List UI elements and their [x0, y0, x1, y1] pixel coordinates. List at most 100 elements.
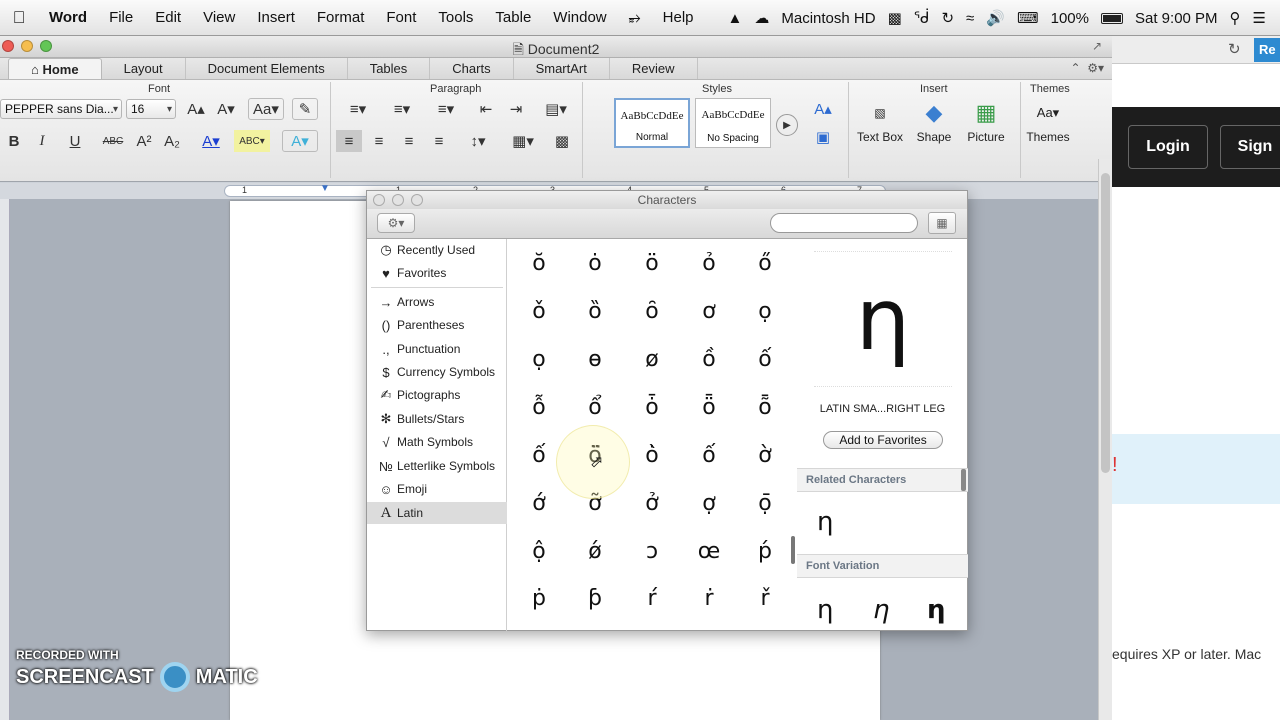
tab-smartart[interactable]: SmartArt [514, 58, 610, 79]
glyph-cell[interactable]: ồ [681, 337, 737, 383]
category-currency-symbols[interactable]: $ Currency Symbols [367, 361, 507, 383]
shading-icon[interactable]: ▦▾ [504, 130, 542, 152]
glyph-cell[interactable]: ố [511, 433, 567, 479]
category-letterlike-symbols[interactable]: № Letterlike Symbols [367, 455, 507, 477]
style-normal[interactable]: AaBbCcDdEe Normal [614, 98, 690, 148]
glyph-cell[interactable]: ő [737, 241, 793, 287]
menu-edit[interactable]: Edit [144, 9, 192, 26]
apple-icon[interactable]:  [0, 8, 38, 28]
glyph-cell[interactable]: ṕ [737, 529, 793, 575]
subscript-button[interactable]: A₂ [160, 130, 184, 152]
tab-tables[interactable]: Tables [348, 58, 431, 79]
grow-font-icon[interactable]: A▴ [184, 98, 208, 120]
italic-button[interactable]: I [30, 130, 54, 152]
glyph-cell[interactable]: ớ [511, 481, 567, 527]
menu-window[interactable]: Window [542, 9, 617, 26]
styles-pane-icon[interactable]: ▣ [806, 126, 840, 148]
glyph-cell[interactable]: ŏ [511, 241, 567, 287]
volume-icon[interactable]: 🔊 [986, 9, 1005, 27]
font-color-icon[interactable]: A▾ [194, 130, 228, 152]
glyph-cell[interactable]: ợ [681, 481, 737, 527]
palette-minimize-button[interactable] [392, 194, 404, 206]
glyph-cell[interactable]: ỗ [511, 385, 567, 431]
battery-percent[interactable]: 100% [1051, 10, 1089, 27]
text-effects-style-icon[interactable]: A▴ [806, 98, 840, 120]
browser-partial-tab[interactable]: Re [1254, 38, 1280, 62]
menu-table[interactable]: Table [484, 9, 542, 26]
category-emoji[interactable]: ☺ Emoji [367, 478, 507, 500]
variation-glyph[interactable]: η [927, 595, 946, 625]
glyph-cell[interactable]: ȍ [567, 289, 623, 335]
glyph-cell[interactable]: ọ̄ [737, 481, 793, 527]
signup-button[interactable]: Sign [1220, 125, 1280, 169]
characters-search-input[interactable] [770, 213, 918, 233]
view-toggle-icon[interactable]: ▦ [928, 212, 956, 234]
glyph-grid-scrollbar[interactable] [791, 536, 795, 564]
bullets-icon[interactable]: ≡▾ [338, 98, 378, 120]
login-button[interactable]: Login [1128, 125, 1208, 169]
fullscreen-icon[interactable]: ↗ [1092, 39, 1102, 53]
glyph-cell[interactable]: ø [624, 337, 680, 383]
glyph-cell[interactable]: ƥ [567, 576, 623, 622]
ribbon-settings-icon[interactable]: ⚙▾ [1087, 61, 1104, 75]
glyph-cell[interactable]: ǿ [567, 529, 623, 575]
vertical-scrollbar[interactable] [1098, 159, 1112, 720]
clear-format-icon[interactable]: ✎ [292, 98, 318, 120]
text-effects-icon[interactable]: A▾ [282, 130, 318, 152]
glyph-cell[interactable]: ȯ̀ [624, 433, 680, 479]
menu-tools[interactable]: Tools [427, 9, 484, 26]
glyph-cell[interactable]: ọ [737, 289, 793, 335]
style-no-spacing[interactable]: AaBbCcDdEe No Spacing [695, 98, 771, 148]
tab-document-elements[interactable]: Document Elements [186, 58, 348, 79]
action-gear-icon[interactable]: ⚙▾ [377, 213, 415, 233]
glyph-cell[interactable]: ỏ [681, 241, 737, 287]
tab-layout[interactable]: Layout [102, 58, 186, 79]
glyph-cell[interactable]: ờ [737, 433, 793, 479]
glyph-cell[interactable]: ở [624, 481, 680, 527]
line-spacing-icon[interactable]: ↕▾ [458, 130, 498, 152]
menu-file[interactable]: File [98, 9, 144, 26]
align-left-icon[interactable]: ≡ [336, 130, 362, 152]
bluetooth-icon[interactable]: ᖂ [914, 9, 930, 27]
battery-icon[interactable] [1101, 12, 1123, 24]
variation-glyph[interactable]: η [817, 595, 833, 625]
borders-icon[interactable]: ▩ [548, 130, 576, 152]
glyph-cell[interactable]: ṙ [681, 576, 737, 622]
variation-glyph[interactable]: η [873, 595, 889, 625]
input-menu-icon[interactable]: ⌨ [1017, 9, 1039, 27]
scroll-thumb[interactable] [1101, 173, 1110, 473]
reload-icon[interactable]: ↻ [1228, 40, 1241, 58]
glyph-cell[interactable]: ř [737, 576, 793, 622]
glyph-cell[interactable]: ȱ [624, 385, 680, 431]
category-latin[interactable]: A Latin [367, 502, 507, 524]
alert-icon[interactable]: ▲ [728, 10, 743, 27]
search-icon[interactable]: ⚲ [1230, 9, 1241, 27]
glyph-cell[interactable]: ɵ [567, 337, 623, 383]
themes-button[interactable]: Aa▾ Themes [1018, 96, 1078, 144]
wifi-icon[interactable]: ≈ [966, 10, 974, 27]
glyph-cell[interactable]: ȫ [681, 385, 737, 431]
category-arrows[interactable]: → Arrows [367, 291, 507, 313]
font-size-select[interactable]: 16 [126, 99, 176, 119]
glyph-cell[interactable]: ǒ [511, 289, 567, 335]
cloud-icon[interactable]: ☁ [754, 9, 769, 27]
align-center-icon[interactable]: ≡ [366, 130, 392, 152]
glyph-cell[interactable]: ȭ [737, 385, 793, 431]
glyph-cell[interactable]: ổ [567, 385, 623, 431]
tab-home[interactable]: ⌂ Home [8, 58, 102, 79]
clock[interactable]: Sat 9:00 PM [1135, 10, 1218, 27]
tab-charts[interactable]: Charts [430, 58, 514, 79]
change-case-icon[interactable]: Aa▾ [248, 98, 284, 120]
glyph-cell[interactable]: ɔ [624, 529, 680, 575]
category-math-symbols[interactable]: √ Math Symbols [367, 431, 507, 453]
add-to-favorites-button[interactable]: Add to Favorites [823, 431, 943, 449]
font-name-select[interactable]: PEPPER sans Dia... [0, 99, 122, 119]
increase-indent-icon[interactable]: ⇥ [502, 98, 530, 120]
glyph-cell[interactable]: ố [681, 433, 737, 479]
styles-next-icon[interactable]: ▶ [776, 114, 798, 136]
bold-button[interactable]: B [2, 130, 26, 152]
align-right-icon[interactable]: ≡ [396, 130, 422, 152]
glyph-cell[interactable]: ố [737, 337, 793, 383]
list-icon[interactable]: ☰ [1253, 9, 1266, 27]
category-pictographs[interactable]: ✍ Pictographs [367, 384, 507, 406]
